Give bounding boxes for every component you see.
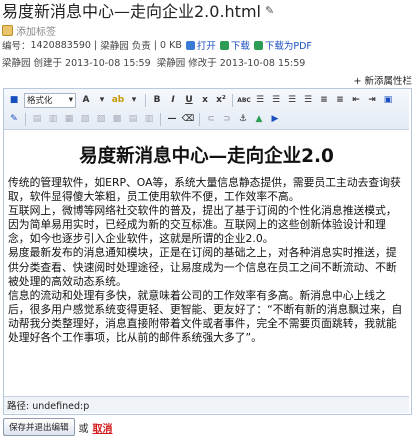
align-justify-icon[interactable]: ☰ xyxy=(301,93,315,107)
document-heading: 易度新消息中心—走向企业2.0 xyxy=(4,142,409,168)
highlight-button[interactable]: ab xyxy=(111,93,125,107)
table-insert-icon[interactable]: ▤ xyxy=(30,112,44,126)
align-right-icon[interactable]: ☰ xyxy=(285,93,299,107)
unlink-icon[interactable]: ⊃ xyxy=(220,112,234,126)
edit-title-pencil-icon[interactable]: ✎ xyxy=(265,4,274,17)
modified-info: 梁静园 修改于 2013-10-08 15:59 xyxy=(156,58,306,69)
add-tag-link[interactable]: 添加标签 xyxy=(2,23,56,38)
table-props-icon[interactable]: ▤ xyxy=(126,112,140,126)
element-path-bar: 路径: undefined:p xyxy=(4,396,409,413)
ordered-list-icon[interactable]: ≡ xyxy=(317,93,331,107)
outdent-icon[interactable]: ⇤ xyxy=(349,93,363,107)
toolbar-row-1: ■ 格式化 ▾ A ▾ ab ▾ B I U x x² ABC ☰ ☰ ☰ ☰ … xyxy=(6,91,396,109)
cancel-link[interactable]: 取消 xyxy=(93,420,113,435)
paragraph-3: 易度最新发布的消息通知模块，正是在订阅的基础之上，对各种消息实时推送，提供分类查… xyxy=(8,246,397,288)
number-label: 编号： xyxy=(2,41,31,52)
download-pdf-icon xyxy=(253,40,263,50)
open-label: 打开 xyxy=(196,41,216,52)
align-center-icon[interactable]: ☰ xyxy=(269,93,283,107)
created-info: 梁静园 创建于 2013-10-08 15:59 xyxy=(2,58,151,69)
media-icon[interactable]: ▶ xyxy=(268,112,282,126)
font-color-label: A xyxy=(82,95,90,105)
source-icon[interactable]: ▣ xyxy=(381,93,395,107)
editor-toolbar: ■ 格式化 ▾ A ▾ ab ▾ B I U x x² ABC ☰ ☰ ☰ ☰ … xyxy=(4,89,409,130)
table-col-icon[interactable]: ▦ xyxy=(62,112,76,126)
anchor-icon[interactable]: ⚓ xyxy=(236,112,250,126)
table-cell-icon[interactable]: ▥ xyxy=(142,112,156,126)
file-meta-row: 编号： 1420883590 | 梁静园 负责 | 0 KB 打开 下载 下载为… xyxy=(2,38,312,53)
font-color-button[interactable]: A xyxy=(79,93,93,107)
format-select-label: 格式化 xyxy=(27,96,53,106)
toolbar-divider xyxy=(160,112,161,126)
table-merge-icon[interactable]: ▨ xyxy=(94,112,108,126)
save-icon[interactable]: ■ xyxy=(7,93,21,107)
paragraph-2: 互联网上，微博等网络社交软件的普及，提出了基于订阅的个性化消息推送模式，因为简单… xyxy=(8,204,397,246)
strike-label: x xyxy=(202,95,208,105)
image-icon[interactable]: ▲ xyxy=(252,112,266,126)
toolbar-divider xyxy=(25,112,26,126)
file-size: 0 KB xyxy=(160,39,182,51)
format-select[interactable]: 格式化 ▾ xyxy=(24,92,76,108)
heading-text: 易度新消息中心—走向企业 xyxy=(79,146,302,167)
owner-name: 梁静园 xyxy=(100,41,129,52)
rich-text-editor: ■ 格式化 ▾ A ▾ ab ▾ B I U x x² ABC ☰ ☰ ☰ ☰ … xyxy=(3,88,412,415)
unordered-list-icon[interactable]: ≡ xyxy=(333,93,347,107)
edit-icon[interactable]: ✎ xyxy=(7,112,21,126)
toolbar-divider xyxy=(199,112,200,126)
heading-version: 2.0 xyxy=(301,146,334,167)
table-delete-icon[interactable]: ▧ xyxy=(78,112,92,126)
open-link[interactable]: 打开 xyxy=(185,38,216,52)
indent-icon[interactable]: ⇥ xyxy=(365,93,379,107)
superscript-label: x² xyxy=(216,95,226,105)
footer-actions: 保存并退出编辑 或 取消 xyxy=(3,418,113,436)
save-exit-button[interactable]: 保存并退出编辑 xyxy=(3,418,75,436)
underline-button[interactable]: U xyxy=(182,93,196,107)
or-text: 或 xyxy=(78,423,89,435)
italic-label: I xyxy=(171,95,175,105)
superscript-button[interactable]: x² xyxy=(214,93,228,107)
table-split-icon[interactable]: ▩ xyxy=(110,112,124,126)
owner-role: 负责 xyxy=(131,41,151,52)
document-body[interactable]: 易度新消息中心—走向企业2.0 传统的管理软件，如ERP、OA等，系统大量信息静… xyxy=(4,130,409,395)
history-row: 梁静园 创建于 2013-10-08 15:59 梁静园 修改于 2013-10… xyxy=(2,55,305,69)
strikethrough-button[interactable]: x xyxy=(198,93,212,107)
clear-format-button[interactable]: ABC xyxy=(237,93,251,107)
download-pdf-link[interactable]: 下载为PDF xyxy=(253,38,312,52)
highlight-dropdown-icon[interactable]: ▾ xyxy=(127,93,141,107)
open-icon xyxy=(185,40,195,50)
add-tag-label: 添加标签 xyxy=(16,27,56,38)
download-icon xyxy=(219,40,229,50)
file-number: 1420883590 xyxy=(30,39,91,51)
italic-button[interactable]: I xyxy=(166,93,180,107)
link-icon[interactable]: ⊂ xyxy=(204,112,218,126)
add-property-link[interactable]: + 新添属性栏 xyxy=(354,73,412,87)
page-title: 易度新消息中心—走向企业2.0.html xyxy=(2,2,261,21)
download-pdf-label: 下载为PDF xyxy=(264,41,312,52)
toolbar-row-2: ✎ ▤ ▥ ▦ ▧ ▨ ▩ ▤ ▥ — ⌫ ⊂ ⊃ ⚓ ▲ ▶ xyxy=(6,110,283,128)
title-row: 易度新消息中心—走向企业2.0.html ✎ xyxy=(2,0,274,21)
table-row-icon[interactable]: ▥ xyxy=(46,112,60,126)
underline-label: U xyxy=(185,95,193,105)
clear-format-label: ABC xyxy=(237,96,251,104)
align-left-icon[interactable]: ☰ xyxy=(253,93,267,107)
paragraph-1: 传统的管理软件，如ERP、OA等，系统大量信息静态提供，需要员工主动去查询获取，… xyxy=(8,176,401,204)
font-color-dropdown-icon[interactable]: ▾ xyxy=(95,93,109,107)
eraser-icon[interactable]: ⌫ xyxy=(181,112,195,126)
highlight-label: ab xyxy=(111,95,125,105)
horizontal-rule-icon[interactable]: — xyxy=(165,112,179,126)
download-link[interactable]: 下载 xyxy=(219,38,250,52)
bold-label: B xyxy=(153,95,161,105)
tag-icon xyxy=(2,25,13,36)
toolbar-divider xyxy=(145,93,146,107)
bold-button[interactable]: B xyxy=(150,93,164,107)
toolbar-divider xyxy=(232,93,233,107)
download-label: 下载 xyxy=(230,41,250,52)
paragraph-4: 信息的流动和处理有多快，就意味着公司的工作效率有多高。新消息中心上线之后，很多用… xyxy=(8,288,403,345)
